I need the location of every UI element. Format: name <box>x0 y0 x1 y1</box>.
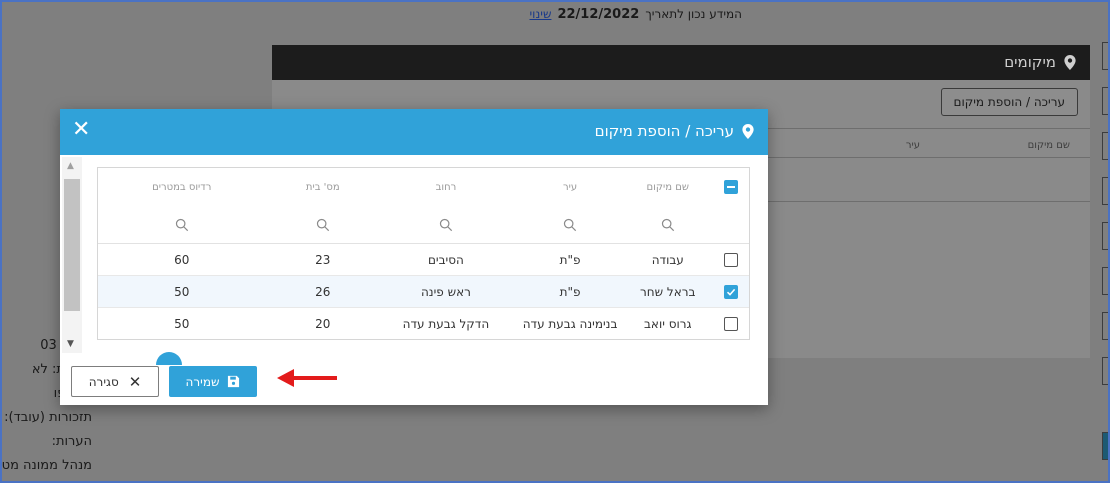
cell-name: גרוס יואב <box>643 317 692 331</box>
floppy-disk-icon <box>228 375 240 388</box>
modal-scrollbar[interactable]: ▲ ▼ <box>62 157 82 353</box>
cell-house-number: 20 <box>315 317 331 331</box>
row-select-cell <box>713 244 749 275</box>
search-icon[interactable] <box>316 218 330 232</box>
info-date: 22/12/2022 <box>557 6 640 22</box>
filter-name-cell[interactable] <box>628 206 713 243</box>
detail-label: מנהל ממונה מטעם <box>2 458 92 473</box>
cell-house-number: 26 <box>315 284 331 299</box>
cell-street: הסיבים <box>427 252 464 267</box>
locations-title-wrap: מיקומים <box>1004 53 1076 71</box>
search-icon[interactable] <box>439 218 453 232</box>
filter-house-number-cell[interactable] <box>265 206 380 243</box>
cell-house-number: 23 <box>315 252 331 267</box>
close-icon: ✕ <box>128 372 142 391</box>
red-arrow-icon <box>277 369 337 387</box>
cell-radius: 50 <box>174 317 190 331</box>
app-frame: המידע נכון לתאריך 22/12/2022 שינוי מיקומ… <box>0 0 1110 483</box>
scroll-down-arrow-icon[interactable]: ▼ <box>67 339 74 349</box>
search-icon[interactable] <box>175 218 189 232</box>
table-row[interactable]: גרוס יואב בנימינה גבעת עדה הדקל גבעת עדה… <box>98 308 749 339</box>
close-button[interactable]: ✕ סגירה <box>71 366 159 397</box>
detail-label: הערות: <box>51 434 92 449</box>
cell-city: פ"ת <box>559 284 581 299</box>
side-tile[interactable] <box>1102 312 1108 340</box>
bg-col-city: עיר <box>905 140 920 151</box>
modal-title: עריכה / הוספת מיקום <box>594 122 734 140</box>
side-tile[interactable] <box>1102 42 1108 70</box>
col-header-radius[interactable]: רדיוס במטרים <box>98 168 265 206</box>
select-all-cell <box>713 168 749 206</box>
modal-header: עריכה / הוספת מיקום ✕ <box>60 109 768 155</box>
row-select-cell <box>713 308 749 339</box>
filter-city-cell[interactable] <box>512 206 629 243</box>
row-checkbox[interactable] <box>724 252 739 267</box>
bg-col-location-name: שם מיקום <box>1027 140 1070 151</box>
scroll-up-arrow-icon[interactable]: ▲ <box>67 161 74 171</box>
location-pin-icon <box>1064 54 1076 70</box>
edit-add-location-button[interactable]: עריכה / הוספת מיקום <box>940 88 1078 116</box>
close-label: סגירה <box>88 374 119 389</box>
change-date-link[interactable]: שינוי <box>530 7 552 21</box>
detail-label: תזכורות (עובד): <box>4 410 92 425</box>
row-checkbox[interactable] <box>724 284 739 299</box>
info-date-bar: המידע נכון לתאריך 22/12/2022 שינוי <box>442 4 743 24</box>
cell-name: בראל שחר <box>640 284 696 299</box>
col-header-city[interactable]: עיר <box>512 168 629 206</box>
col-header-house-number[interactable]: מס' בית <box>265 168 380 206</box>
cell-city: בנימינה גבעת עדה <box>522 317 618 331</box>
close-icon[interactable]: ✕ <box>72 119 90 141</box>
side-tile[interactable] <box>1102 87 1108 115</box>
grid-filter-row <box>98 206 749 244</box>
side-tile[interactable] <box>1102 177 1108 205</box>
cell-street: הדקל גבעת עדה <box>402 317 490 331</box>
side-tile[interactable] <box>1102 357 1108 385</box>
cell-city: פ"ת <box>559 252 581 267</box>
save-button[interactable]: שמירה <box>169 366 257 397</box>
col-header-street[interactable]: רחוב <box>380 168 512 206</box>
locations-grid: שם מיקום עיר רחוב מס' בית רדיוס במטרים ע… <box>97 167 750 340</box>
filter-street-cell[interactable] <box>380 206 512 243</box>
cell-radius: 50 <box>174 284 190 299</box>
locations-header: מיקומים <box>272 45 1090 80</box>
select-all-checkbox[interactable] <box>724 180 739 194</box>
side-tile[interactable] <box>1102 222 1108 250</box>
scroll-thumb[interactable] <box>64 179 80 311</box>
side-tile[interactable] <box>1102 267 1108 295</box>
save-label: שמירה <box>185 374 220 389</box>
col-header-name[interactable]: שם מיקום <box>628 168 713 206</box>
info-text: המידע נכון לתאריך <box>645 7 742 21</box>
cell-name: עבודה <box>651 252 684 267</box>
table-row[interactable]: עבודה פ"ת הסיבים 23 60 <box>98 244 749 276</box>
search-icon[interactable] <box>563 218 577 232</box>
filter-spacer <box>713 206 749 243</box>
table-row[interactable]: בראל שחר פ"ת ראש פינה 26 50 <box>98 276 749 308</box>
side-tile[interactable] <box>1102 132 1108 160</box>
modal-title-wrap: עריכה / הוספת מיקום <box>595 122 754 140</box>
row-checkbox[interactable] <box>724 317 739 331</box>
checkmark-icon <box>727 288 736 296</box>
row-select-cell <box>713 276 749 307</box>
filter-radius-cell[interactable] <box>98 206 265 243</box>
right-side-strip <box>1102 42 1108 481</box>
locations-title: מיקומים <box>1004 53 1056 71</box>
cell-radius: 60 <box>174 252 190 267</box>
edit-location-modal: עריכה / הוספת מיקום ✕ ▲ ▼ שם מיקום עיר ר… <box>60 109 768 405</box>
grid-header-row: שם מיקום עיר רחוב מס' בית רדיוס במטרים <box>98 168 749 206</box>
location-pin-icon <box>742 123 754 139</box>
side-tile[interactable] <box>1102 432 1108 460</box>
search-icon[interactable] <box>661 218 675 232</box>
cell-street: ראש פינה <box>420 284 471 299</box>
